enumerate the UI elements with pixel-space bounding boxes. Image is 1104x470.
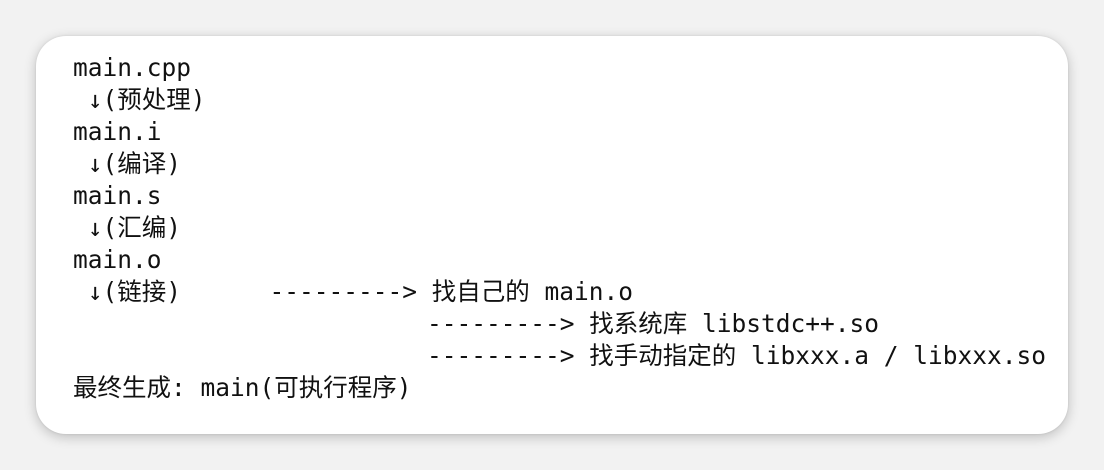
code-line-compile-step: ↓(编译) [73,149,182,178]
code-line-user-library: ---------> 找手动指定的 libxxx.a / libxxx.so [73,341,1047,370]
code-block: main.cpp ↓(预处理) main.i ↓(编译) main.s ↓(汇编) m… [73,52,1046,404]
code-line-object-file: main.o [73,245,162,274]
code-line-preprocess-step: ↓(预处理) [73,85,206,114]
code-line-system-library: ---------> 找系统库 libstdc++.so [73,309,880,338]
code-line-source-file: main.cpp [73,53,192,82]
code-line-assembly-file: main.s [73,181,162,210]
code-line-preprocessed-file: main.i [73,117,162,146]
code-line-final-output: 最终生成: main(可执行程序) [73,373,412,402]
code-line-assemble-step: ↓(汇编) [73,213,182,242]
code-line-link-step: ↓(链接) ---------> 找自己的 main.o [73,277,634,306]
